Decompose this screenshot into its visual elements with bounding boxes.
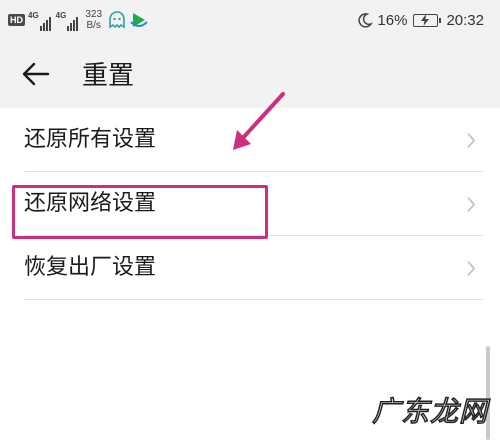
ghost-app-icon	[108, 10, 126, 30]
hd-badge: HD	[8, 14, 25, 26]
signal-bars-icon	[67, 15, 79, 31]
signal-1: 4G	[28, 9, 52, 31]
pointer-arrow-icon	[233, 92, 285, 150]
signal-bars-icon	[39, 15, 52, 31]
status-right: 16% 20:32	[357, 6, 484, 34]
network-speed-value: 323	[85, 9, 103, 20]
battery-charging-icon	[413, 13, 442, 27]
chevron-right-icon	[466, 260, 476, 281]
factory-reset-item[interactable]: 恢复出厂设置	[0, 236, 500, 300]
moon-icon	[357, 12, 374, 28]
signal-2-label: 4G	[55, 11, 67, 20]
list-item-label: 恢复出厂设置	[24, 255, 157, 280]
status-bar: HD 4G 4G 323 B/s 16% 20:32	[0, 0, 500, 40]
divider	[24, 299, 484, 300]
highlight-box	[12, 185, 268, 239]
back-button[interactable]	[22, 60, 58, 92]
network-speed-unit: B/s	[86, 20, 101, 31]
status-left: HD 4G 4G 323 B/s	[8, 6, 152, 34]
clock: 20:32	[446, 11, 484, 29]
video-app-icon	[129, 11, 149, 29]
network-speed: 323 B/s	[85, 9, 102, 31]
back-arrow-icon	[22, 62, 50, 90]
watermark: 广东龙网	[371, 394, 488, 429]
page-title: 重置	[82, 61, 135, 91]
battery-percent: 16%	[377, 11, 408, 29]
chevron-right-icon	[466, 196, 476, 217]
chevron-right-icon	[466, 132, 476, 153]
signal-1-label: 4G	[28, 11, 39, 20]
list-item-label: 还原所有设置	[24, 127, 157, 152]
signal-2: 4G	[56, 9, 80, 31]
